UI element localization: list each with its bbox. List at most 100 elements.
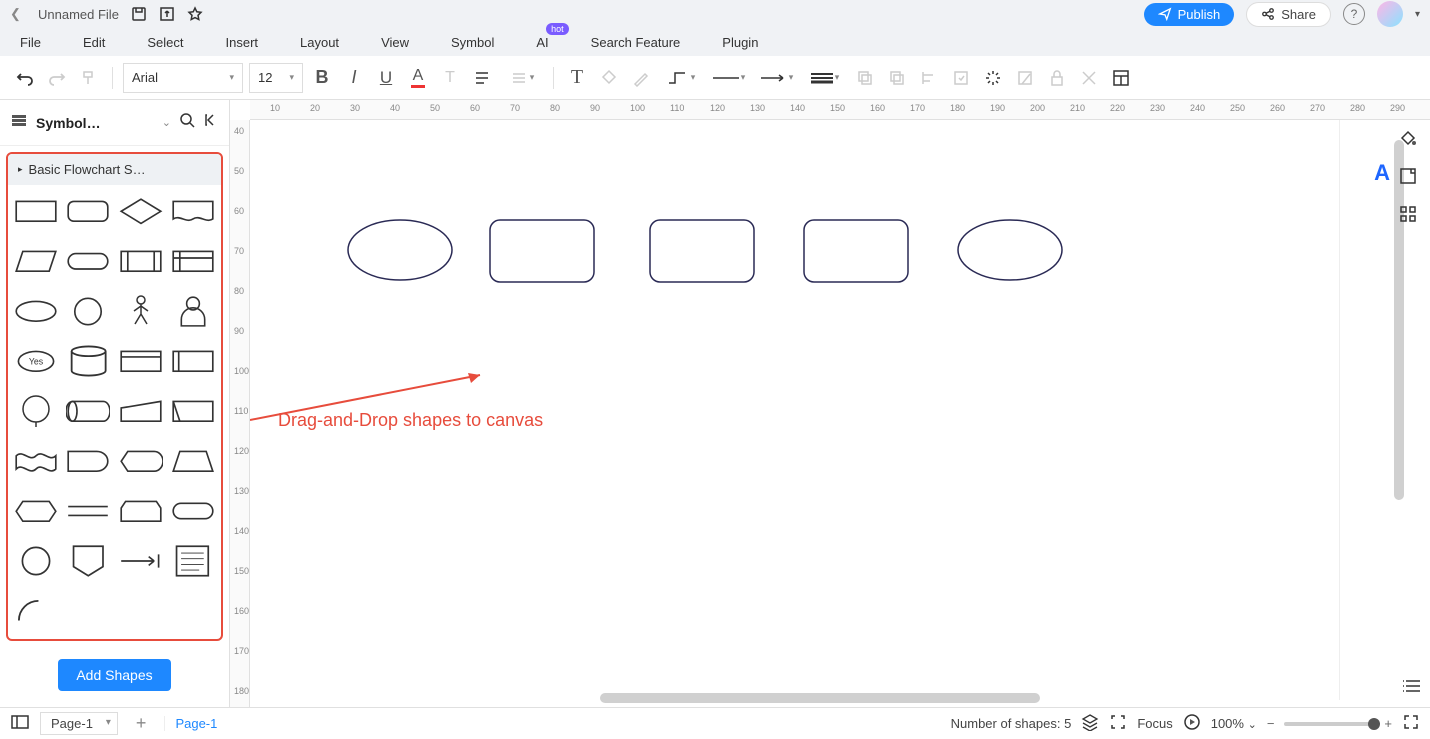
shape-manual-op[interactable]	[171, 393, 215, 429]
page-tab[interactable]: Page-1	[164, 716, 227, 731]
shape-decision-yes[interactable]: Yes	[14, 343, 58, 379]
font-size-select[interactable]: 12▾	[249, 63, 303, 93]
font-color-icon[interactable]: A	[405, 65, 431, 91]
align-icon[interactable]	[469, 65, 495, 91]
menu-edit[interactable]: Edit	[83, 35, 105, 50]
avatar[interactable]	[1377, 1, 1403, 27]
shape-offpage-connector[interactable]	[66, 543, 110, 579]
ai-badge-icon[interactable]: A	[1374, 160, 1390, 186]
layout-icon[interactable]	[1108, 65, 1134, 91]
collapse-panel-icon[interactable]	[203, 112, 219, 133]
publish-button[interactable]: Publish	[1144, 3, 1235, 26]
grid-tool-icon[interactable]	[1396, 202, 1420, 226]
shape-offpage[interactable]	[14, 393, 58, 429]
lock-icon[interactable]	[1044, 65, 1070, 91]
fullscreen-icon[interactable]	[1402, 713, 1420, 734]
undo-icon[interactable]	[12, 65, 38, 91]
connector-icon[interactable]: ▾	[660, 65, 702, 91]
shape-actor[interactable]	[119, 293, 163, 329]
shape-arc[interactable]	[14, 593, 58, 629]
help-icon[interactable]: ?	[1343, 3, 1365, 25]
arrow-style-icon[interactable]: ▾	[756, 65, 798, 91]
zoom-level[interactable]: 100% ⌄	[1211, 716, 1257, 731]
shape-card[interactable]	[119, 343, 163, 379]
fill-tool-icon[interactable]	[1396, 126, 1420, 150]
text-tool-icon[interactable]: T	[564, 65, 590, 91]
presentation-icon[interactable]	[1183, 713, 1201, 734]
star-icon[interactable]	[187, 6, 203, 22]
align-objects-icon[interactable]	[916, 65, 942, 91]
menu-ai[interactable]: AIhot	[536, 35, 548, 50]
library-icon[interactable]	[10, 113, 28, 132]
canvas[interactable]: Drag-and-Drop shapes to canvas A	[250, 120, 1430, 707]
menu-symbol[interactable]: Symbol	[451, 35, 494, 50]
back-icon[interactable]: ❮	[10, 6, 26, 22]
shape-ellipse[interactable]	[14, 293, 58, 329]
format-painter-icon[interactable]	[76, 65, 102, 91]
tools-icon[interactable]	[1076, 65, 1102, 91]
menu-plugin[interactable]: Plugin	[722, 35, 758, 50]
shape-stadium[interactable]	[171, 493, 215, 529]
shape-parallel-lines[interactable]	[66, 493, 110, 529]
shape-user[interactable]	[171, 293, 215, 329]
shape-display[interactable]	[119, 443, 163, 479]
line-style-icon[interactable]: ▾	[708, 65, 750, 91]
redo-icon[interactable]	[44, 65, 70, 91]
canvas-page[interactable]: Drag-and-Drop shapes to canvas	[250, 120, 1340, 700]
shape-cylinder[interactable]	[66, 343, 110, 379]
line-spacing-icon[interactable]: ▾	[501, 65, 543, 91]
shape-connector-circle[interactable]	[14, 543, 58, 579]
focus-mode-icon[interactable]	[1109, 713, 1127, 734]
export-icon[interactable]	[159, 6, 175, 22]
add-shapes-button[interactable]: Add Shapes	[58, 659, 170, 691]
group-header[interactable]: ▸Basic Flowchart S…	[8, 154, 221, 185]
menu-layout[interactable]: Layout	[300, 35, 339, 50]
send-back-icon[interactable]	[852, 65, 878, 91]
shape-manual-input[interactable]	[119, 393, 163, 429]
file-name[interactable]: Unnamed File	[38, 7, 119, 22]
group-icon[interactable]	[948, 65, 974, 91]
shape-internal-storage[interactable]	[171, 243, 215, 279]
avatar-dropdown-icon[interactable]: ▾	[1415, 9, 1420, 20]
bold-icon[interactable]: B	[309, 65, 335, 91]
shape-hexagon[interactable]	[14, 493, 58, 529]
save-icon[interactable]	[131, 6, 147, 22]
pages-panel-icon[interactable]	[10, 714, 30, 733]
shape-loop-limit[interactable]	[119, 493, 163, 529]
shape-delay[interactable]	[66, 443, 110, 479]
text-highlight-icon[interactable]: T	[437, 65, 463, 91]
shape-trapezoid[interactable]	[171, 443, 215, 479]
insert-tool-icon[interactable]	[1396, 164, 1420, 188]
fill-icon[interactable]	[596, 65, 622, 91]
shape-tape[interactable]	[14, 443, 58, 479]
share-button[interactable]: Share	[1246, 2, 1331, 27]
menu-file[interactable]: File	[20, 35, 41, 50]
menu-insert[interactable]: Insert	[226, 35, 259, 50]
menu-view[interactable]: View	[381, 35, 409, 50]
shape-predefined[interactable]	[119, 243, 163, 279]
shape-circle[interactable]	[66, 293, 110, 329]
shape-diamond[interactable]	[119, 193, 163, 229]
list-view-icon[interactable]	[1402, 678, 1422, 699]
pen-icon[interactable]	[628, 65, 654, 91]
shape-parallelogram[interactable]	[14, 243, 58, 279]
menu-select[interactable]: Select	[147, 35, 183, 50]
shape-rectangle[interactable]	[14, 193, 58, 229]
shape-note[interactable]	[171, 543, 215, 579]
shape-terminator[interactable]	[66, 243, 110, 279]
zoom-in-icon[interactable]: +	[1384, 716, 1392, 731]
line-weight-icon[interactable]: ▾	[804, 65, 846, 91]
bring-front-icon[interactable]	[884, 65, 910, 91]
shape-rounded-rect[interactable]	[66, 193, 110, 229]
add-page-icon[interactable]: +	[128, 713, 155, 734]
effects-icon[interactable]	[980, 65, 1006, 91]
shape-direct-data[interactable]	[66, 393, 110, 429]
focus-label[interactable]: Focus	[1137, 716, 1172, 731]
shape-signal[interactable]	[119, 543, 163, 579]
menu-search-feature[interactable]: Search Feature	[591, 35, 681, 50]
horizontal-scrollbar[interactable]	[600, 693, 1040, 703]
shape-subroutine[interactable]	[171, 343, 215, 379]
zoom-slider[interactable]	[1284, 722, 1374, 726]
italic-icon[interactable]: I	[341, 65, 367, 91]
crop-icon[interactable]	[1012, 65, 1038, 91]
